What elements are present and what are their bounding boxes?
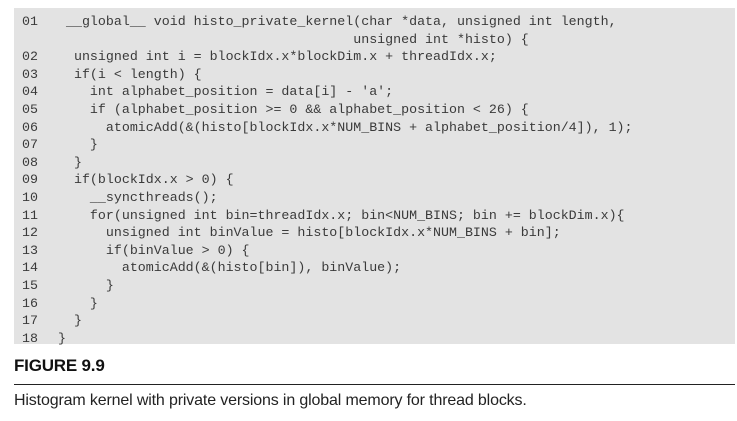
line-number: 17 (22, 313, 38, 329)
line-number: 12 (22, 225, 38, 241)
code-text: } (58, 154, 82, 170)
code-text: if (alphabet_position >= 0 && alphabet_p… (58, 101, 529, 117)
code-line: 14 atomicAdd(&(histo[bin]), binValue); (14, 259, 735, 277)
code-line: 07 } (14, 136, 735, 154)
code-text: } (58, 313, 82, 329)
code-listing: 01 __global__ void histo_private_kernel(… (14, 8, 735, 346)
line-number: 11 (22, 207, 38, 223)
figure-caption: Histogram kernel with private versions i… (14, 392, 527, 409)
code-line: 11 for(unsigned int bin=threadIdx.x; bin… (14, 207, 735, 225)
code-text: __global__ void histo_private_kernel(cha… (58, 14, 617, 29)
code-text: unsigned int *histo) { (58, 31, 529, 47)
code-text: unsigned int binValue = histo[blockIdx.x… (58, 225, 561, 241)
line-number: 08 (22, 154, 38, 170)
code-line: 10 __syncthreads(); (14, 189, 735, 207)
line-number: 13 (22, 242, 38, 258)
line-number: 05 (22, 101, 38, 117)
code-line: 01 __global__ void histo_private_kernel(… (14, 13, 735, 31)
code-line: 03 if(i < length) { (14, 66, 735, 84)
code-text: for(unsigned int bin=threadIdx.x; bin<NU… (58, 207, 625, 223)
code-line: 16 } (14, 295, 735, 313)
line-number (14, 31, 58, 49)
code-line: 15 } (14, 277, 735, 295)
code-text: atomicAdd(&(histo[blockIdx.x*NUM_BINS + … (58, 119, 633, 135)
code-line: 17 } (14, 312, 735, 330)
code-line: 04 int alphabet_position = data[i] - 'a'… (14, 83, 735, 101)
line-number: 03 (22, 66, 38, 82)
line-number: 10 (22, 189, 38, 205)
code-text: int alphabet_position = data[i] - 'a'; (58, 84, 394, 100)
code-line: 06 atomicAdd(&(histo[blockIdx.x*NUM_BINS… (14, 119, 735, 137)
line-number: 04 (22, 84, 38, 100)
line-number: 07 (22, 137, 38, 153)
code-line: 12 unsigned int binValue = histo[blockId… (14, 224, 735, 242)
code-line: 08 } (14, 154, 735, 172)
line-number: 09 (22, 172, 38, 188)
code-line: 02 unsigned int i = blockIdx.x*blockDim.… (14, 48, 735, 66)
code-text: __syncthreads(); (58, 189, 218, 205)
code-text: } (58, 330, 66, 346)
code-text: } (58, 295, 98, 311)
code-text: } (58, 277, 114, 293)
line-number: 01 (22, 14, 38, 29)
code-line: 18} (14, 330, 735, 348)
line-number: 18 (22, 330, 38, 346)
code-line: 09 if(blockIdx.x > 0) { (14, 171, 735, 189)
code-text: unsigned int i = blockIdx.x*blockDim.x +… (58, 49, 497, 65)
figure-label: FIGURE 9.9 (14, 356, 105, 375)
code-line: 13 if(binValue > 0) { (14, 242, 735, 260)
code-line: unsigned int *histo) { (14, 31, 735, 49)
code-text: atomicAdd(&(histo[bin]), binValue); (58, 260, 402, 276)
line-number: 14 (22, 260, 38, 276)
line-number: 16 (22, 295, 38, 311)
caption-divider (14, 384, 735, 385)
code-text: if(blockIdx.x > 0) { (58, 172, 234, 188)
line-number: 02 (22, 49, 38, 65)
code-text: } (58, 137, 98, 153)
line-number: 15 (22, 277, 38, 293)
code-line: 05 if (alphabet_position >= 0 && alphabe… (14, 101, 735, 119)
line-number: 06 (22, 119, 38, 135)
code-text: if(i < length) { (58, 66, 202, 82)
code-text: if(binValue > 0) { (58, 242, 250, 258)
